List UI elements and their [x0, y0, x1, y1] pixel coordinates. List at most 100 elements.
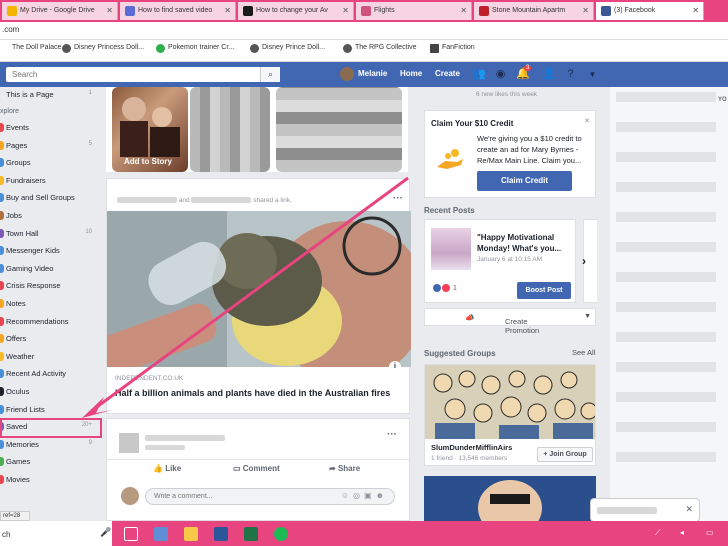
- story-card[interactable]: [276, 87, 402, 172]
- word-icon[interactable]: [214, 527, 228, 541]
- claim-credit-button[interactable]: Claim Credit: [477, 171, 572, 191]
- sidebar-item-groups[interactable]: Groups: [0, 155, 98, 171]
- sidebar-item-notes[interactable]: Notes: [0, 296, 98, 312]
- chat-row[interactable]: [616, 152, 716, 162]
- chat-row[interactable]: [616, 92, 716, 102]
- sidebar-item-oculus[interactable]: Oculus: [0, 384, 98, 400]
- friend-requests-icon[interactable]: 👥: [472, 68, 486, 81]
- sidebar-item-town-hall[interactable]: Town Hall 10: [0, 226, 98, 242]
- share-button[interactable]: ➦ Share: [329, 464, 360, 473]
- post-link-headline[interactable]: Half a billion animals and plants have d…: [115, 387, 400, 399]
- profile-link[interactable]: Melanie: [358, 69, 387, 78]
- bookmark-item[interactable]: Disney Princess Doll...: [62, 44, 144, 53]
- sidebar-item-offers[interactable]: Offers: [0, 331, 98, 347]
- browser-tab[interactable]: How to find saved video ✕: [120, 2, 236, 20]
- excel-icon[interactable]: [244, 527, 258, 541]
- bookmark-item[interactable]: FanFiction: [430, 44, 475, 53]
- chat-row[interactable]: [616, 302, 716, 312]
- home-link[interactable]: Home: [400, 69, 422, 78]
- post-options-icon[interactable]: ···: [387, 429, 397, 440]
- speaker-icon[interactable]: ◂: [680, 528, 690, 538]
- recent-post-card[interactable]: "Happy Motivational Monday! What's you..…: [424, 219, 576, 303]
- sidebar-item-memories[interactable]: Memories 9: [0, 437, 98, 453]
- chat-row[interactable]: [616, 122, 716, 132]
- close-tab-icon[interactable]: ✕: [106, 2, 113, 20]
- sidebar-item-pages[interactable]: Pages 5: [0, 138, 98, 154]
- chat-row[interactable]: [616, 452, 716, 462]
- bookmark-item[interactable]: Pokemon trainer Cr...: [156, 44, 234, 53]
- group-cover-image[interactable]: [425, 365, 595, 439]
- sidebar-item-recent-ad-activity[interactable]: Recent Ad Activity: [0, 366, 98, 382]
- suggested-group-card[interactable]: [424, 476, 596, 521]
- close-tab-icon[interactable]: ✕: [460, 2, 467, 20]
- browser-tab[interactable]: Stone Mountain Apartm ✕: [474, 2, 594, 20]
- chat-row[interactable]: [616, 242, 716, 252]
- network-icon[interactable]: ⟋: [655, 528, 665, 538]
- close-icon[interactable]: ✕: [584, 117, 590, 125]
- help-icon[interactable]: ?: [564, 68, 577, 81]
- chat-row[interactable]: [616, 272, 716, 282]
- close-tab-icon[interactable]: ✕: [582, 2, 589, 20]
- story-card[interactable]: [190, 87, 270, 172]
- create-link[interactable]: Create: [435, 69, 460, 78]
- file-explorer-icon[interactable]: [184, 527, 198, 541]
- address-bar[interactable]: .com: [0, 22, 728, 40]
- browser-tab[interactable]: Flights ✕: [356, 2, 472, 20]
- comment-input[interactable]: [146, 489, 316, 504]
- taskbar-search[interactable]: ch 🎤: [0, 521, 112, 546]
- sidebar-item-weather[interactable]: Weather: [0, 349, 98, 365]
- task-view-icon[interactable]: [124, 527, 138, 541]
- comment-tools-icons[interactable]: ☺◎▣☻: [341, 491, 388, 500]
- sidebar-item-this-is-a-page[interactable]: This is a Page 1: [0, 87, 98, 103]
- post-photo[interactable]: [107, 211, 411, 367]
- close-tab-icon[interactable]: ✕: [342, 2, 349, 20]
- avatar[interactable]: [119, 433, 139, 453]
- sidebar-item-friend-lists[interactable]: Friend Lists: [0, 402, 98, 418]
- browser-tab[interactable]: My Drive - Google Drive ✕: [2, 2, 118, 20]
- chat-row[interactable]: [616, 362, 716, 372]
- chat-tab[interactable]: ✕: [590, 498, 700, 522]
- battery-icon[interactable]: ▭: [706, 528, 718, 538]
- sidebar-item-movies[interactable]: Movies: [0, 472, 98, 488]
- chevron-down-icon[interactable]: ▼: [586, 68, 599, 81]
- chat-row[interactable]: [616, 182, 716, 192]
- sidebar-item-recommendations[interactable]: Recommendations: [0, 314, 98, 330]
- messenger-icon[interactable]: ◉: [494, 68, 507, 81]
- close-tab-icon[interactable]: ✕: [692, 2, 699, 20]
- comment-button[interactable]: ▭ Comment: [233, 464, 280, 473]
- chat-row[interactable]: [616, 212, 716, 222]
- sidebar-item-gaming-video[interactable]: Gaming Video: [0, 261, 98, 277]
- bookmark-item[interactable]: The RPG Collective: [343, 44, 416, 53]
- group-name[interactable]: SlumDunderMifflinAirs: [431, 443, 512, 452]
- join-group-button[interactable]: + Join Group: [537, 447, 593, 462]
- chevron-right-icon[interactable]: ›: [582, 254, 586, 268]
- boost-post-button[interactable]: Boost Post: [517, 282, 571, 299]
- search-input[interactable]: [6, 67, 256, 82]
- like-button[interactable]: 👍 Like: [153, 464, 181, 473]
- see-all-link[interactable]: See All: [572, 348, 595, 357]
- sidebar-item-buy-and-sell-groups[interactable]: Buy and Sell Groups: [0, 190, 98, 206]
- add-to-story-card[interactable]: Add to Story: [112, 87, 188, 172]
- people-icon[interactable]: 👤: [542, 68, 556, 81]
- info-icon[interactable]: i: [389, 361, 401, 373]
- close-icon[interactable]: ✕: [685, 504, 693, 515]
- sidebar-item-events[interactable]: Events: [0, 120, 98, 136]
- browser-tab-active[interactable]: (3) Facebook ✕: [596, 2, 704, 20]
- bookmark-item[interactable]: Disney Prince Doll...: [250, 44, 325, 53]
- bookmark-item[interactable]: The Doll Palace: [0, 44, 61, 51]
- sidebar-item-games[interactable]: Games: [0, 454, 98, 470]
- post-options-icon[interactable]: ···: [393, 193, 403, 204]
- avatar[interactable]: [340, 67, 354, 81]
- chat-row[interactable]: [616, 332, 716, 342]
- create-promotion-bar[interactable]: 📣 Create Promotion ▼: [424, 308, 596, 335]
- sidebar-item-jobs[interactable]: Jobs: [0, 208, 98, 224]
- chevron-down-icon[interactable]: ▼: [584, 313, 591, 320]
- spotify-icon[interactable]: [274, 527, 288, 541]
- sidebar-item-messenger-kids[interactable]: Messenger Kids: [0, 243, 98, 259]
- sidebar-item-crisis-response[interactable]: Crisis Response: [0, 278, 98, 294]
- chat-row[interactable]: [616, 392, 716, 402]
- chat-row[interactable]: [616, 422, 716, 432]
- search-icon[interactable]: ⌕: [260, 67, 280, 82]
- browser-tab[interactable]: How to change your Av ✕: [238, 2, 354, 20]
- close-tab-icon[interactable]: ✕: [224, 2, 231, 20]
